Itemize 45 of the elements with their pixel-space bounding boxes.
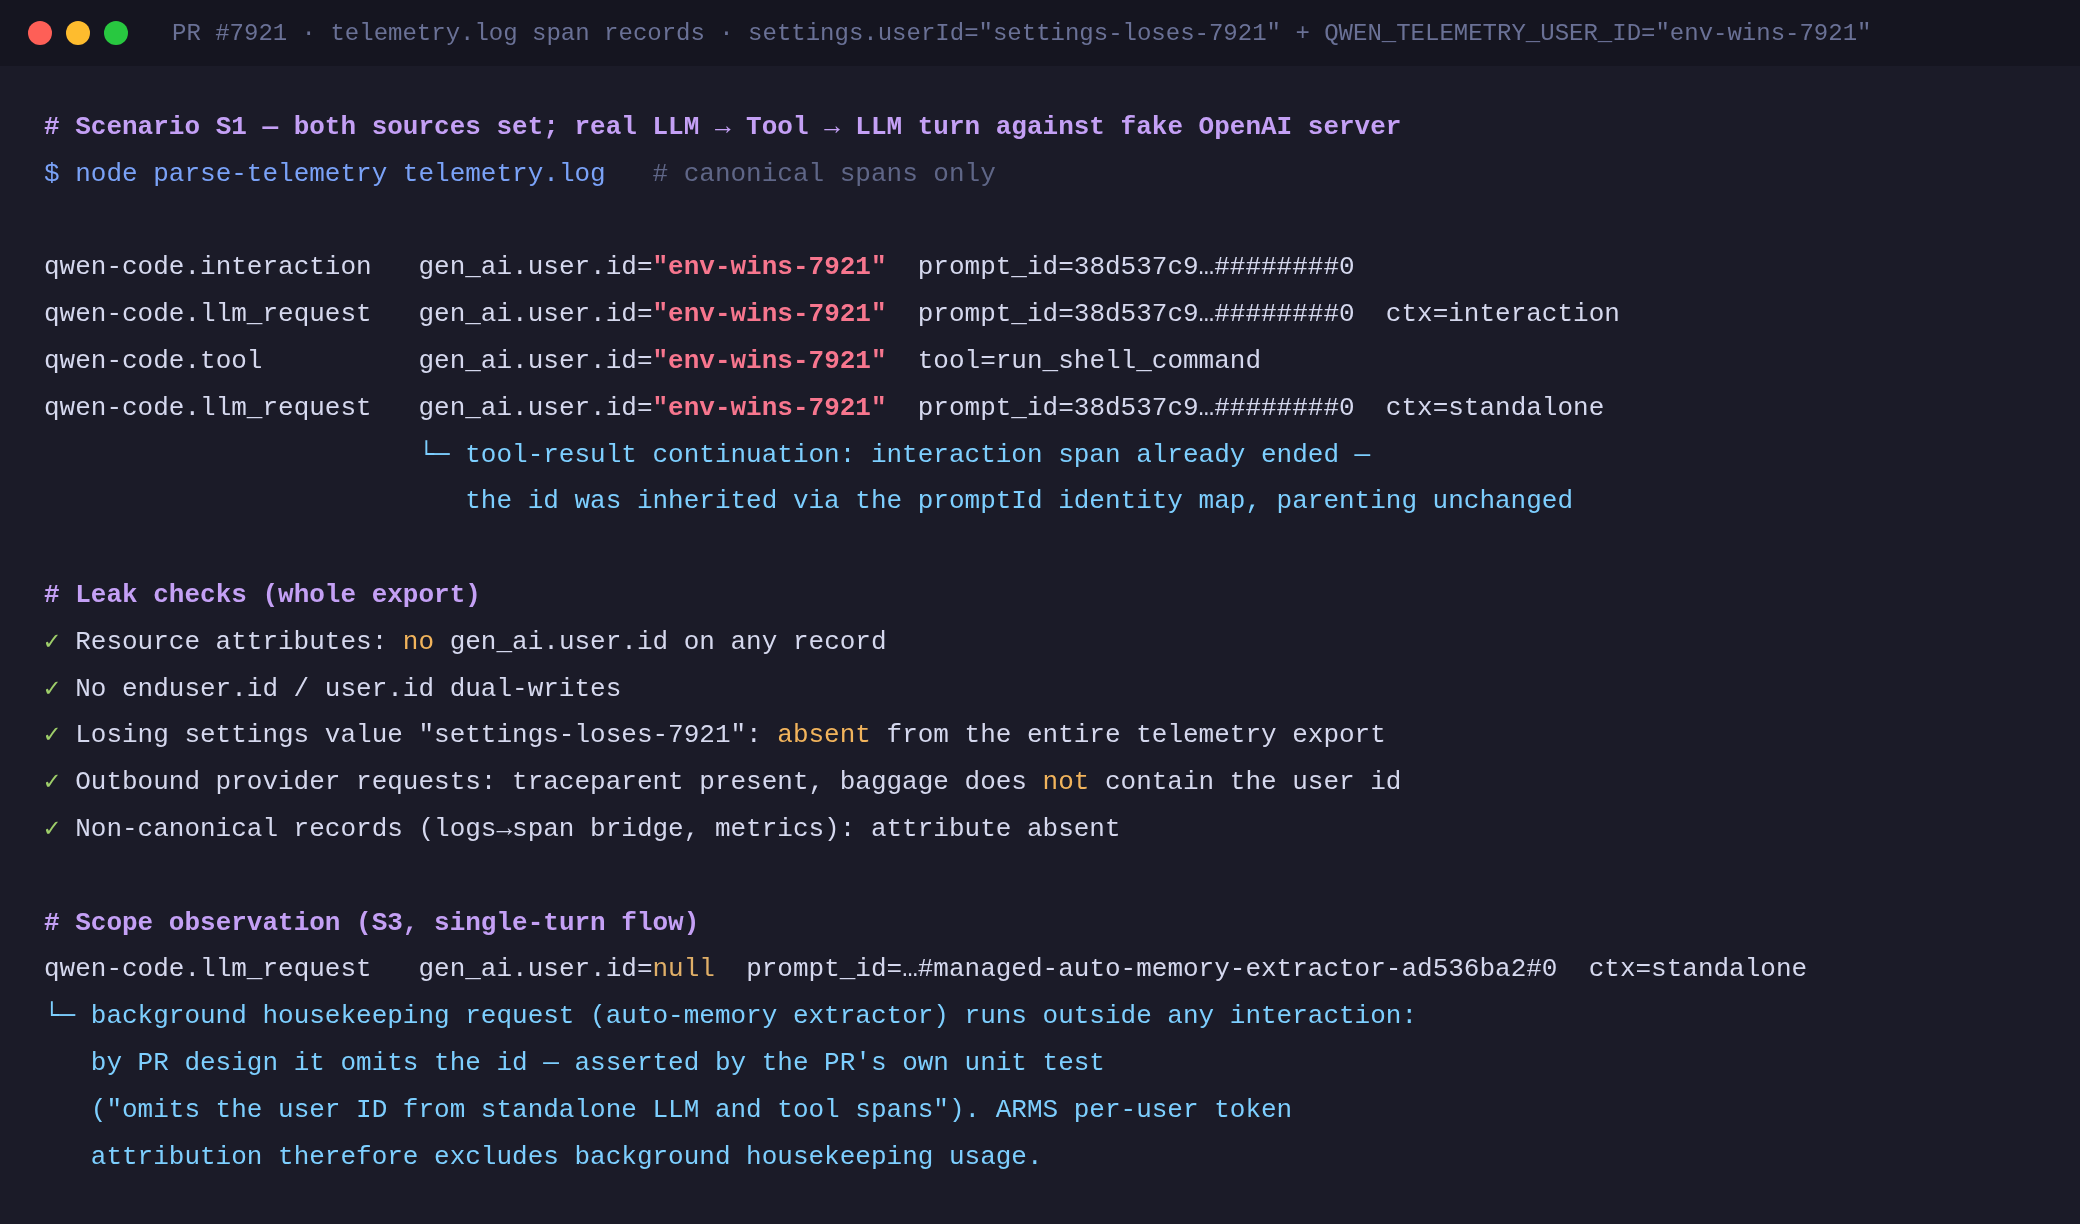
section-heading: # Scope observation (S3, single-turn flow): [44, 906, 700, 940]
span-name: qwen-code.llm_request: [44, 299, 372, 330]
span-detail: prompt_id=38d537c9…########0: [917, 298, 1355, 332]
span-name: qwen-code.llm_request: [44, 392, 372, 423]
note-line: attribution therefore excludes background housekeeping usage.: [90, 1140, 1043, 1174]
check-mark: ✓: [44, 625, 60, 659]
user-id-attribute: gen_ai.user.id="env-wins-7921": [418, 345, 887, 378]
tree-branch: └─: [44, 1000, 76, 1034]
check-mark: ✓: [44, 672, 60, 706]
command-comment: # canonical spans only: [652, 157, 996, 191]
tree-branch: └─: [418, 438, 450, 472]
check-text: Resource attributes: no gen_ai.user.id on any record: [75, 625, 887, 659]
span-name: qwen-code.interaction: [44, 252, 372, 283]
window-title: PR #7921 · telemetry.log span records · settings.userId="settings-loses-7921" + QWEN_TELEMETRY_USER_ID="env-wins-7921": [172, 19, 1872, 47]
section-heading: # Scenario S1 — both sources set; real LLM → Tool → LLM turn against fake OpenAI server: [44, 111, 1402, 144]
minimize-button[interactable]: [66, 21, 90, 45]
span-context: ctx=standalone: [1588, 953, 1808, 987]
check-mark: ✓: [44, 766, 60, 800]
span-name: qwen-code.tool: [44, 346, 263, 376]
check-text: Non-canonical records (logs→span bridge, metrics): attribute absent: [75, 812, 1121, 846]
span-detail: prompt_id=38d537c9…########0: [917, 251, 1355, 285]
user-id-attribute: gen_ai.user.id="env-wins-7921": [418, 391, 887, 425]
span-detail: prompt_id=…#managed-auto-memory-extractor-ad536ba2#0: [746, 953, 1558, 987]
command-line: $ node parse-telemetry telemetry.log: [44, 157, 606, 191]
user-id-attribute: gen_ai.user.id="env-wins-7921": [418, 251, 887, 285]
span-detail: prompt_id=38d537c9…########0: [917, 391, 1355, 425]
check-mark: ✓: [44, 719, 60, 753]
note-line: the id was inherited via the promptId identity map, parenting unchanged: [465, 485, 1574, 519]
close-button[interactable]: [28, 21, 52, 45]
span-context: ctx=standalone: [1385, 391, 1605, 425]
note-line: tool-result continuation: interaction span already ended —: [465, 438, 1371, 472]
check-text: Outbound provider requests: traceparent present, baggage does not contain the user id: [75, 766, 1402, 800]
check-text: No enduser.id / user.id dual-writes: [75, 672, 622, 706]
note-line: ("omits the user ID from standalone LLM and tool spans"). ARMS per-user token: [90, 1093, 1293, 1127]
span-detail: tool=run_shell_command: [917, 345, 1261, 378]
user-id-attribute: gen_ai.user.id="env-wins-7921": [418, 298, 887, 332]
check-text: Losing settings value "settings-loses-7921": absent from the entire telemetry export: [75, 719, 1386, 753]
note-line: background housekeeping request (auto-memory extractor) runs outside any interaction:: [90, 1000, 1417, 1034]
section-heading: # Leak checks (whole export): [44, 578, 481, 612]
user-id-attribute: gen_ai.user.id=null: [418, 953, 715, 987]
check-mark: ✓: [44, 812, 60, 846]
zoom-button[interactable]: [104, 21, 128, 45]
span-name: qwen-code.llm_request: [44, 954, 372, 985]
note-line: by PR design it omits the id — asserted by the PR's own unit test: [90, 1046, 1105, 1080]
span-context: ctx=interaction: [1385, 298, 1620, 332]
